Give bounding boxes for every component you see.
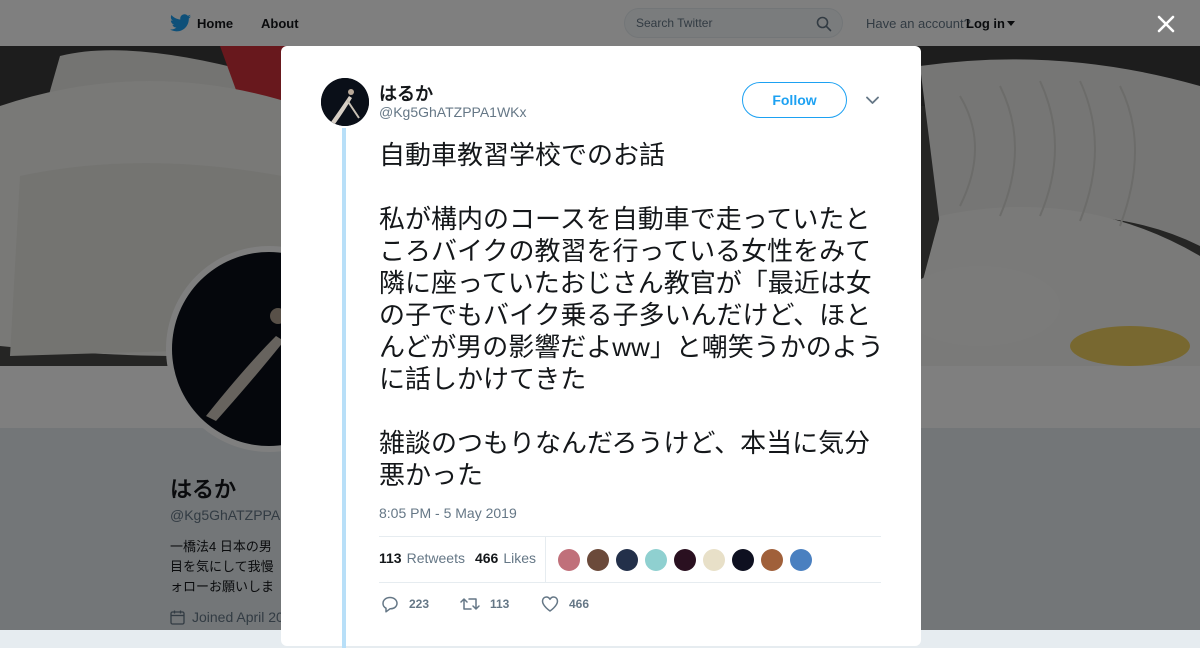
tweet-timestamp[interactable]: 8:05 PM - 5 May 2019: [379, 505, 517, 521]
liker-avatar[interactable]: [731, 548, 755, 572]
liker-avatar[interactable]: [702, 548, 726, 572]
liker-avatar[interactable]: [615, 548, 639, 572]
reply-count: 223: [409, 597, 430, 611]
divider: [379, 536, 881, 537]
stats-divider: [545, 536, 546, 582]
liker-avatar[interactable]: [557, 548, 581, 572]
liker-avatar[interactable]: [673, 548, 697, 572]
tweet-stats: 113 Retweets 466 Likes: [379, 550, 536, 566]
tweet-author-handle[interactable]: @Kg5GhATZPPA1WKx: [379, 104, 527, 120]
reply-button[interactable]: 223: [381, 595, 429, 613]
retweets-count[interactable]: 113: [379, 550, 402, 566]
like-button[interactable]: 466: [541, 595, 589, 613]
chevron-down-icon[interactable]: [866, 96, 879, 105]
tweet-author-avatar[interactable]: [321, 78, 369, 126]
likes-label[interactable]: Likes: [503, 550, 536, 566]
divider: [379, 582, 881, 583]
follow-button[interactable]: Follow: [742, 82, 847, 118]
liker-avatar[interactable]: [586, 548, 610, 572]
liker-avatar[interactable]: [789, 548, 813, 572]
likes-count[interactable]: 466: [475, 550, 498, 566]
retweets-label[interactable]: Retweets: [407, 550, 465, 566]
retweet-icon: [460, 598, 480, 610]
close-icon[interactable]: [1152, 10, 1180, 38]
heart-icon: [541, 596, 559, 612]
retweet-button[interactable]: 113: [460, 595, 509, 613]
reply-icon: [382, 596, 398, 613]
retweet-count: 113: [490, 597, 510, 611]
like-count: 466: [569, 597, 590, 611]
tweet-text: 自動車教習学校でのお話 私が構内のコースを自動車で走っていたところバイクの教習を…: [379, 140, 884, 490]
thread-line: [342, 128, 346, 648]
tweet-modal: はるか @Kg5GhATZPPA1WKx Follow 自動車教習学校でのお話 …: [281, 46, 921, 648]
tweet-author-name[interactable]: はるか: [379, 80, 433, 106]
liker-avatar[interactable]: [760, 548, 784, 572]
liker-avatar[interactable]: [644, 548, 668, 572]
